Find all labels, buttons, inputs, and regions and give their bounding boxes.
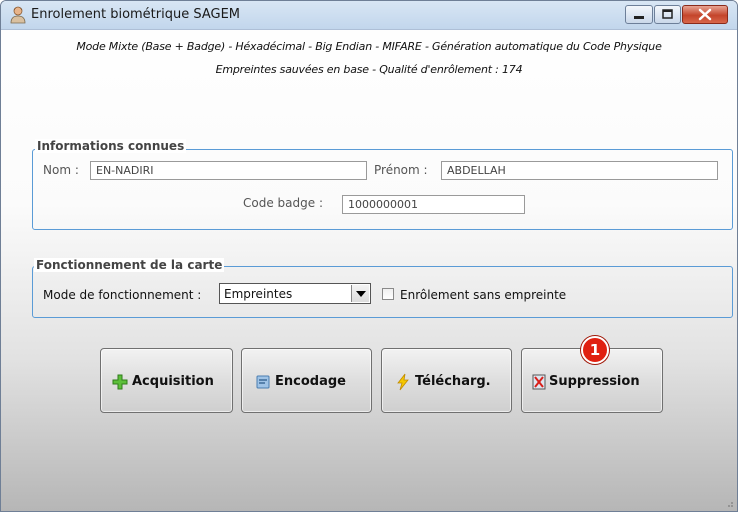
minimize-icon	[634, 16, 644, 19]
prenom-label: Prénom :	[374, 163, 428, 177]
acquisition-label: Acquisition	[132, 374, 214, 389]
maximize-button[interactable]	[654, 5, 681, 24]
chevron-down-icon[interactable]	[351, 285, 369, 302]
window-title: Enrolement biométrique SAGEM	[31, 7, 241, 22]
badge-code-field[interactable]: 1000000001	[342, 195, 525, 214]
suppression-label: Suppression	[549, 374, 640, 389]
maximize-icon	[662, 9, 673, 19]
resize-grip-icon[interactable]	[724, 498, 734, 508]
mode-summary-line: Mode Mixte (Base + Badge) - Héxadécimal …	[76, 40, 662, 53]
delete-icon	[532, 374, 546, 390]
close-button[interactable]	[682, 5, 728, 24]
card-encode-icon	[256, 375, 270, 389]
user-icon	[10, 6, 26, 24]
encodage-button[interactable]: Encodage	[241, 348, 372, 413]
telecharg-button[interactable]: Télécharg.	[381, 348, 512, 413]
plus-icon	[112, 374, 128, 390]
mode-label: Mode de fonctionnement :	[43, 288, 202, 302]
card-mode-legend: Fonctionnement de la carte	[34, 258, 225, 272]
known-info-legend: Informations connues	[35, 139, 187, 153]
close-icon	[698, 8, 712, 21]
acquisition-button[interactable]: Acquisition	[100, 348, 233, 413]
minimize-button[interactable]	[625, 5, 653, 24]
nom-field[interactable]: EN-NADIRI	[90, 161, 367, 180]
nom-label: Nom :	[43, 163, 79, 177]
title-bar[interactable]: Enrolement biométrique SAGEM	[1, 1, 737, 30]
mode-select-value: Empreintes	[224, 287, 293, 301]
badge-code-label: Code badge :	[243, 196, 323, 210]
lightning-icon	[397, 373, 409, 391]
encodage-label: Encodage	[275, 374, 346, 389]
step-number-badge: 1	[581, 336, 609, 364]
quality-summary-line: Empreintes sauvées en base - Qualité d'e…	[215, 63, 523, 76]
mode-select[interactable]: Empreintes	[219, 283, 371, 304]
no-fingerprint-label: Enrôlement sans empreinte	[400, 288, 567, 302]
prenom-field[interactable]: ABDELLAH	[441, 161, 718, 180]
no-fingerprint-checkbox[interactable]	[382, 288, 394, 300]
telecharg-label: Télécharg.	[415, 374, 491, 389]
enrolment-window: Enrolement biométrique SAGEM Mode Mixte …	[0, 0, 738, 512]
